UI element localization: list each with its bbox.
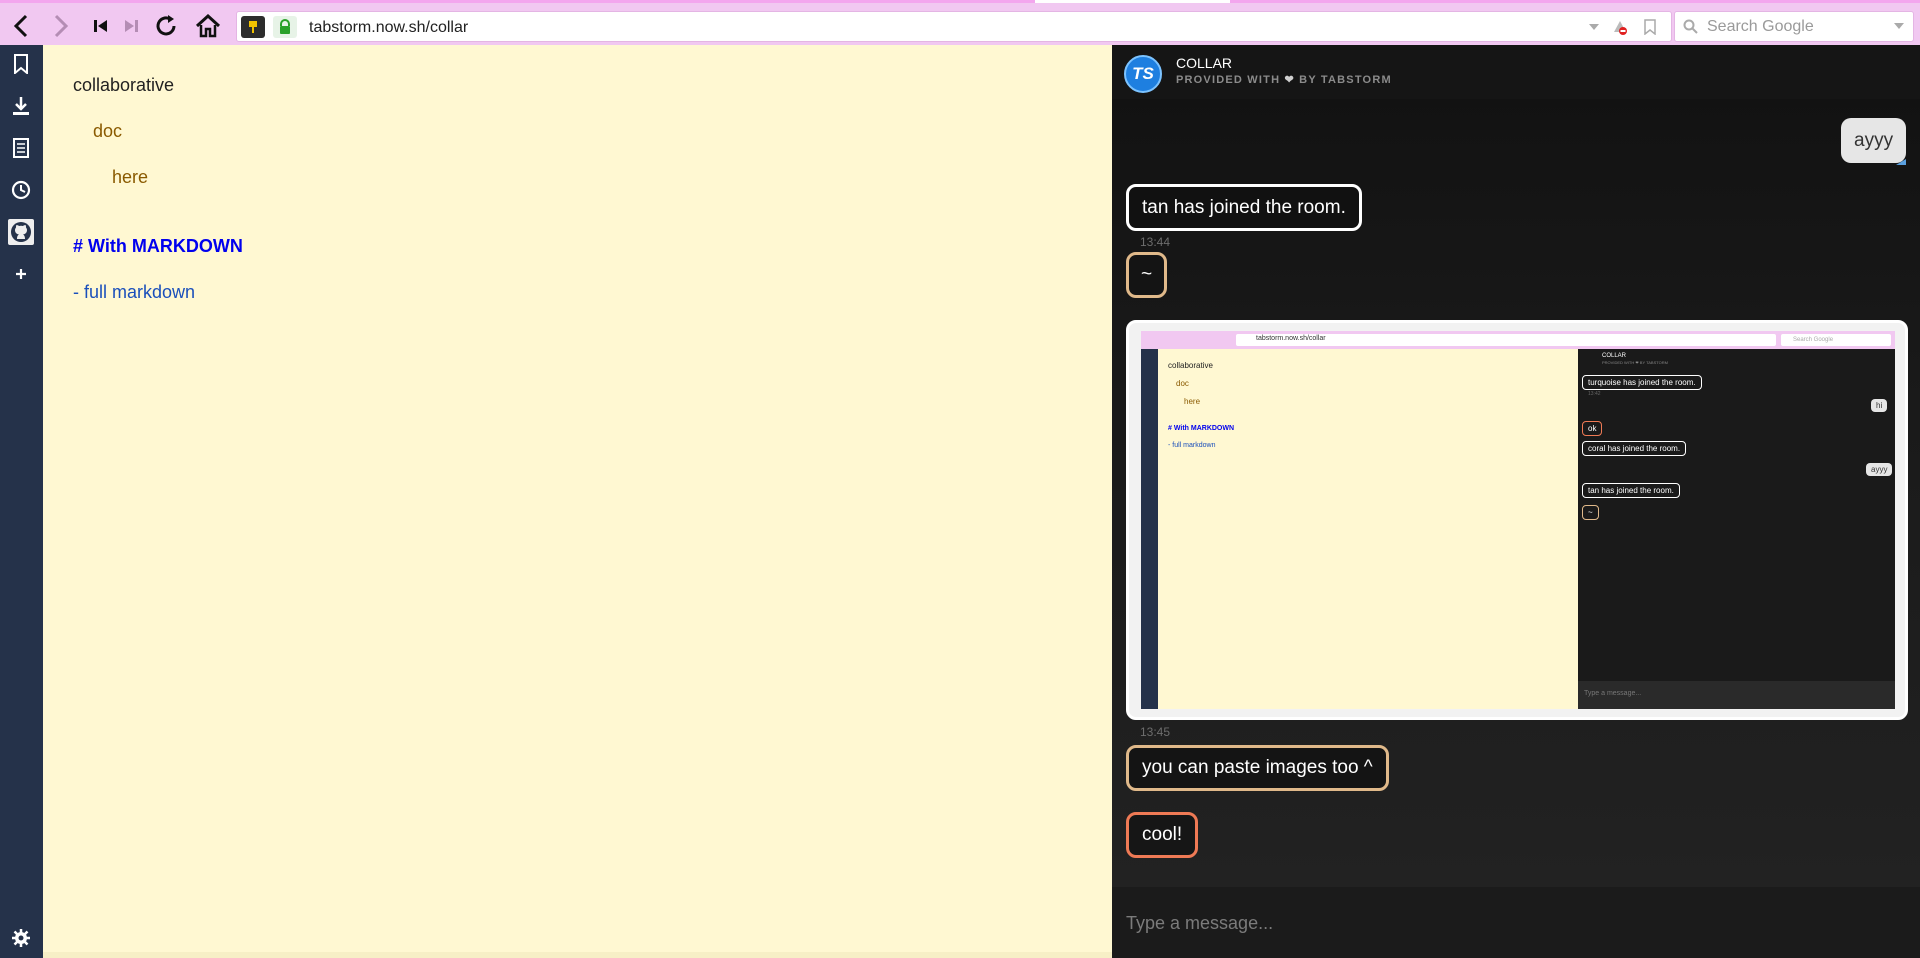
chat-header: TS COLLAR PROVIDED WITH ❤ BY TABSTORM — [1112, 45, 1920, 99]
home-icon — [195, 14, 221, 38]
key-icon[interactable] — [241, 16, 265, 38]
active-tab-indicator — [1035, 0, 1230, 3]
pasted-chat-sub: PROVIDED WITH ❤ BY TABSTORM — [1602, 360, 1668, 365]
search-dropdown-icon[interactable] — [1893, 22, 1905, 30]
pasted-bubble: ayyy — [1866, 463, 1893, 476]
back-icon — [13, 14, 28, 38]
subtitle-text: PROVIDED WITH — [1176, 74, 1281, 86]
pasted-bubble: tan has joined the room. — [1582, 483, 1680, 498]
message-input[interactable] — [1126, 909, 1886, 937]
pasted-doc-line: # With MARKDOWN — [1168, 425, 1235, 432]
chat-message[interactable]: cool! — [1126, 812, 1199, 858]
notes-icon[interactable] — [8, 135, 34, 161]
history-icon[interactable] — [8, 177, 34, 203]
pasted-doc-line: doc — [1176, 379, 1189, 388]
add-icon[interactable] — [8, 261, 34, 287]
pasted-doc-line: collaborative — [1168, 361, 1213, 370]
download-icon[interactable] — [8, 93, 34, 119]
collaborative-document[interactable]: collaborative doc here # With MARKDOWN -… — [43, 45, 1112, 958]
pasted-bubble: ok — [1582, 421, 1603, 436]
chat-message-system[interactable]: tan has joined the room. — [1126, 184, 1362, 231]
first-icon — [94, 20, 107, 32]
chat-panel: TS COLLAR PROVIDED WITH ❤ BY TABSTORM ay… — [1112, 45, 1920, 958]
first-button[interactable] — [86, 11, 116, 41]
subtitle-text: BY TABSTORM — [1299, 74, 1392, 86]
bookmark-star-icon[interactable] — [1641, 18, 1659, 36]
pasted-bubble: turquoise has joined the room. — [1582, 375, 1702, 390]
reload-button[interactable] — [151, 11, 181, 41]
chat-subtitle: PROVIDED WITH ❤ BY TABSTORM — [1176, 73, 1392, 86]
chat-message[interactable]: ~ — [1126, 252, 1168, 298]
search-input[interactable] — [1707, 16, 1877, 38]
chat-message-self[interactable]: ayyy — [1841, 118, 1907, 163]
heart-icon: ❤ — [1284, 74, 1295, 86]
block-icon[interactable] — [1611, 18, 1629, 36]
forward-button[interactable] — [46, 11, 76, 41]
message-composer — [1112, 887, 1920, 958]
dropdown-icon[interactable] — [1585, 18, 1603, 36]
pasted-search: Search Google — [1781, 334, 1891, 346]
doc-line[interactable]: here — [112, 167, 148, 188]
pasted-chat-title: COLLAR — [1602, 353, 1627, 359]
pasted-composer-text: Type a message... — [1584, 690, 1642, 697]
address-bar[interactable]: tabstorm.now.sh/collar — [236, 11, 1672, 42]
bubble-tail — [1896, 159, 1906, 165]
pasted-chat: COLLAR PROVIDED WITH ❤ BY TABSTORM turqu… — [1578, 349, 1895, 709]
pasted-bubble: coral has joined the room. — [1582, 441, 1687, 456]
pasted-composer: Type a message... — [1578, 681, 1895, 709]
pasted-document: collaborative doc here # With MARKDOWN -… — [1158, 349, 1578, 709]
last-button[interactable] — [116, 11, 146, 41]
pasted-bubble: ~ — [1582, 505, 1599, 520]
tabstorm-logo: TS — [1124, 55, 1162, 93]
message-timestamp: 13:45 — [1140, 725, 1171, 739]
forward-icon — [54, 14, 69, 38]
pasted-doc-line: - full markdown — [1168, 442, 1216, 449]
browser-toolbar: tabstorm.now.sh/collar — [0, 0, 1920, 45]
doc-line[interactable]: doc — [93, 121, 122, 142]
reload-icon — [156, 15, 176, 36]
message-timestamp: 13:44 — [1140, 235, 1171, 249]
search-box[interactable] — [1674, 11, 1914, 42]
pasted-sidebar — [1141, 349, 1158, 709]
settings-icon[interactable] — [8, 925, 34, 951]
doc-line[interactable]: collaborative — [73, 75, 174, 96]
lock-icon[interactable] — [273, 16, 297, 38]
search-icon — [1683, 19, 1698, 34]
github-icon[interactable] — [8, 219, 34, 245]
pasted-screenshot[interactable]: tabstorm.now.sh/collar Search Google col… — [1141, 331, 1895, 709]
back-button[interactable] — [6, 11, 36, 41]
last-icon — [125, 20, 138, 32]
pasted-bubble: hi — [1871, 399, 1888, 412]
pasted-doc-line: here — [1184, 397, 1201, 406]
home-button[interactable] — [193, 11, 223, 41]
sidebar — [0, 45, 43, 958]
chat-message[interactable]: you can paste images too ^ — [1126, 745, 1389, 791]
pasted-url: tabstorm.now.sh/collar — [1256, 335, 1326, 342]
doc-scroll-edge — [43, 952, 1112, 958]
chat-image-message[interactable]: tabstorm.now.sh/collar Search Google col… — [1126, 320, 1908, 720]
url-text[interactable]: tabstorm.now.sh/collar — [309, 19, 468, 37]
pasted-toolbar: tabstorm.now.sh/collar Search Google — [1141, 331, 1895, 349]
doc-list-item[interactable]: - full markdown — [73, 282, 195, 303]
bookmark-icon[interactable] — [8, 51, 34, 77]
doc-heading[interactable]: # With MARKDOWN — [73, 236, 243, 257]
chat-title: COLLAR — [1176, 55, 1233, 71]
pasted-stamp: 13:42 — [1588, 391, 1601, 397]
pasted-address-bar: tabstorm.now.sh/collar — [1236, 334, 1776, 346]
